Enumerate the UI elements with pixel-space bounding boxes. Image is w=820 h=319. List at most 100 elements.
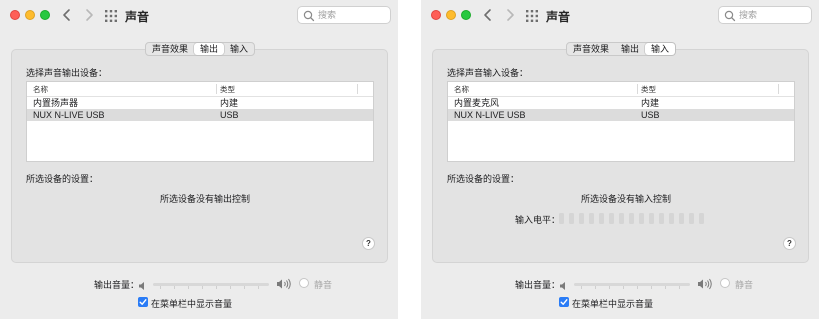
table-header: 名称 类型	[448, 82, 794, 97]
input-level-bar	[559, 213, 564, 224]
grid-icon[interactable]	[526, 9, 538, 22]
forward-chevron-icon[interactable]	[82, 7, 96, 23]
back-chevron-icon[interactable]	[481, 7, 495, 23]
table-header: 名称 类型	[27, 82, 373, 97]
device-name: 内置扬声器	[33, 98, 79, 108]
output-volume-label: 输出音量：	[515, 280, 561, 290]
help-button[interactable]: ?	[362, 237, 375, 250]
sound-preferences-input-window: 声音 搜索 声音效果 输出 输入 选择声音输入设备： 名称 类型 内置麦克风 内…	[421, 0, 819, 319]
tab-output[interactable]: 输出	[194, 43, 225, 55]
slider-tick	[160, 286, 161, 289]
column-header-name[interactable]: 名称	[33, 84, 48, 95]
device-name: NUX N-LIVE USB	[33, 110, 105, 120]
device-type: 内建	[641, 98, 660, 108]
close-button[interactable]	[431, 10, 441, 20]
show-volume-in-menubar-checkbox[interactable]	[559, 297, 569, 307]
tab-input[interactable]: 输入	[224, 43, 254, 55]
input-level-bar	[619, 213, 624, 224]
input-level-bar	[639, 213, 644, 224]
minimize-button[interactable]	[25, 10, 35, 20]
search-placeholder: 搜索	[739, 10, 758, 20]
device-type: USB	[641, 110, 660, 120]
mute-label: 静音	[314, 280, 333, 290]
speaker-high-icon	[276, 277, 292, 290]
mute-checkbox[interactable]	[299, 278, 309, 288]
table-row-selected[interactable]: NUX N-LIVE USB USB	[27, 109, 373, 121]
settings-label: 所选设备的设置：	[26, 174, 99, 184]
slider-tick	[623, 286, 624, 289]
speaker-high-icon	[697, 277, 713, 290]
device-type: USB	[220, 110, 239, 120]
back-chevron-icon[interactable]	[60, 7, 74, 23]
tab-input[interactable]: 输入	[645, 43, 676, 55]
mute-checkbox[interactable]	[720, 278, 730, 288]
settings-label: 所选设备的设置：	[447, 174, 520, 184]
forward-chevron-icon[interactable]	[503, 7, 517, 23]
title-bar: 声音 搜索	[0, 0, 398, 30]
slider-tick	[230, 286, 231, 289]
window-title: 声音	[546, 10, 571, 24]
search-field[interactable]: 搜索	[718, 6, 812, 24]
input-level-bar	[659, 213, 664, 224]
slider-tick	[637, 286, 638, 289]
input-level-bar	[629, 213, 634, 224]
input-level-bar	[589, 213, 594, 224]
table-row[interactable]: 内置扬声器 内建	[27, 97, 373, 109]
search-icon	[724, 9, 736, 22]
input-level-bar	[649, 213, 654, 224]
close-button[interactable]	[10, 10, 20, 20]
output-volume-slider[interactable]	[153, 283, 269, 286]
column-divider	[637, 84, 638, 94]
device-name: NUX N-LIVE USB	[454, 110, 526, 120]
input-level-label: 输入电平：	[515, 215, 561, 225]
checkmark-icon	[139, 299, 147, 305]
tab-sound-effects[interactable]: 声音效果	[567, 43, 615, 55]
minimize-button[interactable]	[446, 10, 456, 20]
title-bar: 声音 搜索	[421, 0, 819, 30]
checkmark-icon	[560, 299, 568, 305]
table-row[interactable]: 内置麦克风 内建	[448, 97, 794, 109]
slider-tick	[174, 286, 175, 289]
output-volume-slider[interactable]	[574, 283, 690, 286]
column-divider	[216, 84, 217, 94]
slider-tick	[258, 286, 259, 289]
no-controls-text: 所选设备没有输出控制	[160, 194, 251, 204]
zoom-button[interactable]	[40, 10, 50, 20]
tab-sound-effects[interactable]: 声音效果	[146, 43, 194, 55]
tab-bar: 声音效果 输出 输入	[566, 42, 677, 56]
column-header-name[interactable]: 名称	[454, 84, 469, 95]
show-volume-in-menubar-label: 在菜单栏中显示音量	[572, 299, 654, 309]
search-field[interactable]: 搜索	[297, 6, 391, 24]
slider-tick	[595, 286, 596, 289]
show-volume-in-menubar-checkbox[interactable]	[138, 297, 148, 307]
search-icon	[303, 9, 315, 22]
sound-preferences-output-window: 声音 搜索 声音效果 输出 输入 选择声音输出设备： 名称 类型 内置扬声器 内…	[0, 0, 398, 319]
help-button[interactable]: ?	[783, 237, 796, 250]
zoom-button[interactable]	[461, 10, 471, 20]
device-name: 内置麦克风	[454, 98, 500, 108]
slider-tick	[244, 286, 245, 289]
slider-tick	[679, 286, 680, 289]
input-level-bar	[699, 213, 704, 224]
window-title: 声音	[125, 10, 150, 24]
show-volume-in-menubar-label: 在菜单栏中显示音量	[151, 299, 233, 309]
input-level-bar	[579, 213, 584, 224]
device-table: 名称 类型 内置麦克风 内建 NUX N-LIVE USB USB	[447, 81, 795, 162]
device-section-label: 选择声音输入设备：	[447, 68, 529, 78]
table-row-selected[interactable]: NUX N-LIVE USB USB	[448, 109, 794, 121]
input-level-bar	[609, 213, 614, 224]
tab-output[interactable]: 输出	[615, 43, 645, 55]
column-divider	[357, 84, 358, 94]
device-type: 内建	[220, 98, 239, 108]
slider-tick	[665, 286, 666, 289]
grid-icon[interactable]	[105, 9, 117, 22]
input-level-bar	[689, 213, 694, 224]
column-header-type[interactable]: 类型	[220, 84, 235, 95]
slider-tick	[216, 286, 217, 289]
input-level-bar	[679, 213, 684, 224]
column-divider	[778, 84, 779, 94]
mute-label: 静音	[735, 280, 754, 290]
column-header-type[interactable]: 类型	[641, 84, 656, 95]
slider-tick	[651, 286, 652, 289]
device-table: 名称 类型 内置扬声器 内建 NUX N-LIVE USB USB	[26, 81, 374, 162]
